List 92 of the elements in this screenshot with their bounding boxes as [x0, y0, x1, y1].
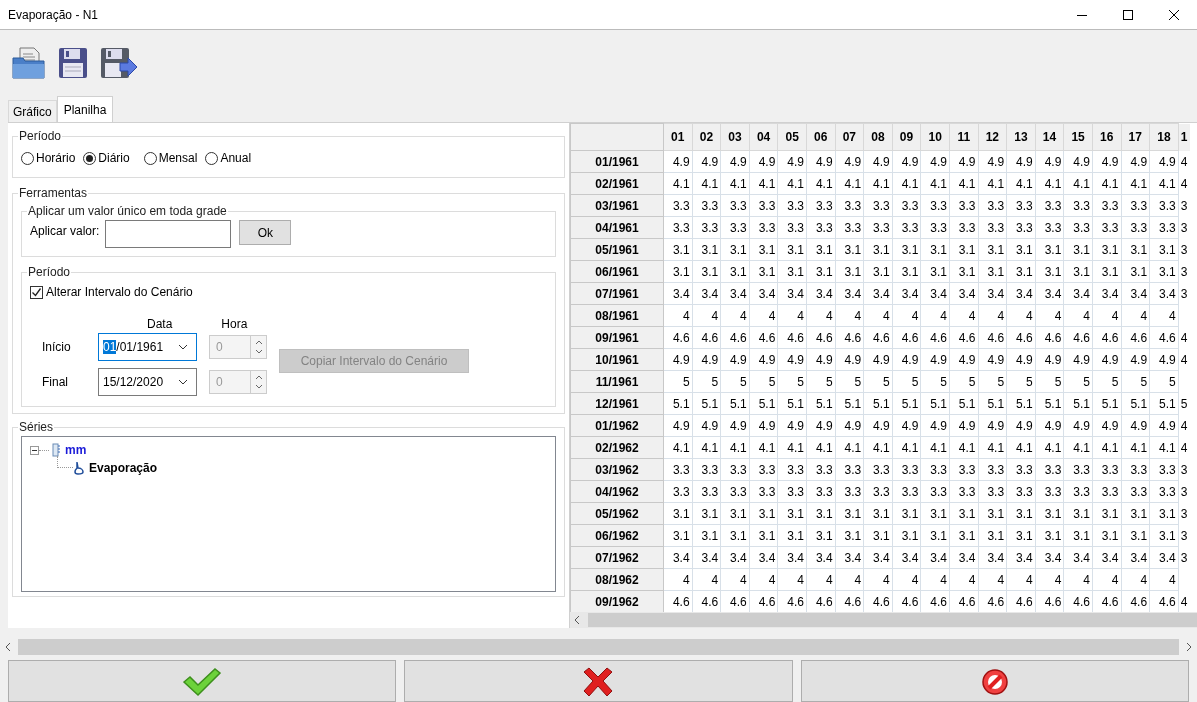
row-header: 12/1961: [570, 392, 664, 415]
column-header: 13: [1006, 123, 1036, 151]
save-arrow-icon[interactable]: [100, 46, 138, 79]
radio-button[interactable]: [83, 151, 97, 165]
drop-icon: [73, 461, 85, 475]
column-header: Hora: [221, 316, 248, 333]
open-folder-icon[interactable]: [12, 45, 46, 80]
date-picker[interactable]: 15/12/2020: [98, 368, 197, 396]
dropdown-chevron-icon: [178, 379, 188, 385]
window-title: Evaporação - N1: [7, 6, 100, 24]
tab[interactable]: Gráfico: [8, 100, 57, 122]
row-header: 06/1962: [570, 524, 664, 547]
checkbox[interactable]: [30, 285, 43, 299]
column-header: 02: [692, 123, 721, 151]
checkbox-label: Alterar Intervalo do Cenário: [46, 284, 193, 301]
column-header: 12: [978, 123, 1007, 151]
hour-spinner: 0: [209, 335, 267, 359]
tree-toggle[interactable]: [30, 445, 39, 455]
dropdown-chevron-icon: [178, 344, 188, 350]
column-header: 16: [1092, 123, 1121, 151]
row-header: 02/1961: [570, 172, 664, 195]
abort-button[interactable]: [800, 660, 1189, 702]
row-header: 11/1961: [570, 370, 664, 393]
group-legend: Ferramentas: [18, 184, 89, 202]
horizontal-scrollbar[interactable]: [570, 612, 1197, 628]
value-field[interactable]: [105, 220, 232, 248]
column-header: 17: [1121, 123, 1150, 151]
ok-button[interactable]: Ok: [239, 220, 292, 245]
column-header: 09: [892, 123, 921, 151]
row-header: 09/1961: [570, 326, 664, 349]
group-legend: Aplicar um valor único em toda grade: [27, 202, 228, 220]
row-header: 07/1962: [570, 546, 664, 569]
column-header: 03: [720, 123, 750, 151]
tree-connector-line: [39, 449, 49, 451]
column-header: 07: [835, 123, 864, 151]
radio-label: Horário: [36, 150, 76, 167]
column-header: 10: [920, 123, 950, 151]
group-legend: Período: [18, 127, 63, 145]
checkbox-option[interactable]: Alterar Intervalo do Cenário: [30, 283, 547, 301]
row-header: 08/1961: [570, 304, 664, 327]
row-header: 05/1961: [570, 238, 664, 261]
radio-label: Mensal: [158, 150, 198, 167]
radio-option[interactable]: Mensal: [143, 149, 198, 167]
row-header: 03/1961: [570, 194, 664, 217]
column-header: 08: [863, 123, 893, 151]
column-header: 01: [663, 123, 693, 151]
row-header: 07/1961: [570, 282, 664, 305]
row-header: 08/1962: [570, 568, 664, 591]
row-header: 04/1962: [570, 480, 664, 503]
maximize-icon: [1123, 9, 1133, 20]
row-header: 04/1961: [570, 216, 664, 239]
row-header: 09/1962: [570, 590, 664, 612]
scrollbar-thumb[interactable]: [588, 613, 1197, 627]
radio-label: Diário: [98, 150, 130, 167]
copy-interval-button: Copiar Intervalo do Cenário: [279, 349, 469, 373]
radio-button[interactable]: [143, 151, 157, 165]
radio-label: Anual: [220, 150, 252, 167]
ruler-icon: [51, 443, 61, 457]
row-header: 10/1961: [570, 348, 664, 371]
radio-button[interactable]: [21, 151, 34, 165]
column-header: 06: [806, 123, 836, 151]
group-legend: Séries: [18, 418, 54, 436]
radio-option[interactable]: Horário: [21, 149, 76, 167]
field-label: Início: [41, 339, 72, 356]
field-label: Aplicar valor:: [30, 223, 100, 240]
column-header: 04: [749, 123, 778, 151]
cancel-button[interactable]: [404, 660, 793, 702]
column-header: 11: [949, 123, 979, 151]
tree-node[interactable]: Evaporação: [89, 459, 158, 477]
row-header: 01/1962: [570, 414, 664, 437]
tree-connector-line: [57, 456, 73, 468]
hour-spinner: 0: [209, 370, 267, 394]
group-legend: Período: [27, 263, 72, 281]
close-icon: [1169, 9, 1179, 20]
radio-button[interactable]: [205, 151, 219, 165]
column-header: 14: [1035, 123, 1064, 151]
column-header: Data: [147, 316, 173, 333]
series-tree[interactable]: mm Evaporação: [21, 436, 556, 592]
radio-option[interactable]: Diário: [83, 149, 130, 167]
column-header: 05: [777, 123, 807, 151]
row-header: 03/1962: [570, 458, 664, 481]
row-header: 05/1962: [570, 502, 664, 525]
row-header: 02/1962: [570, 436, 664, 459]
column-header: 15: [1063, 123, 1093, 151]
tree-node[interactable]: mm: [65, 441, 87, 459]
row-header: 06/1961: [570, 260, 664, 283]
field-label: Final: [41, 374, 69, 391]
row-header: 01/1961: [570, 150, 664, 173]
radio-option[interactable]: Anual: [205, 149, 252, 167]
check-icon: [182, 667, 223, 697]
column-header: 18: [1149, 123, 1179, 151]
tab[interactable]: Planilha: [56, 96, 114, 122]
